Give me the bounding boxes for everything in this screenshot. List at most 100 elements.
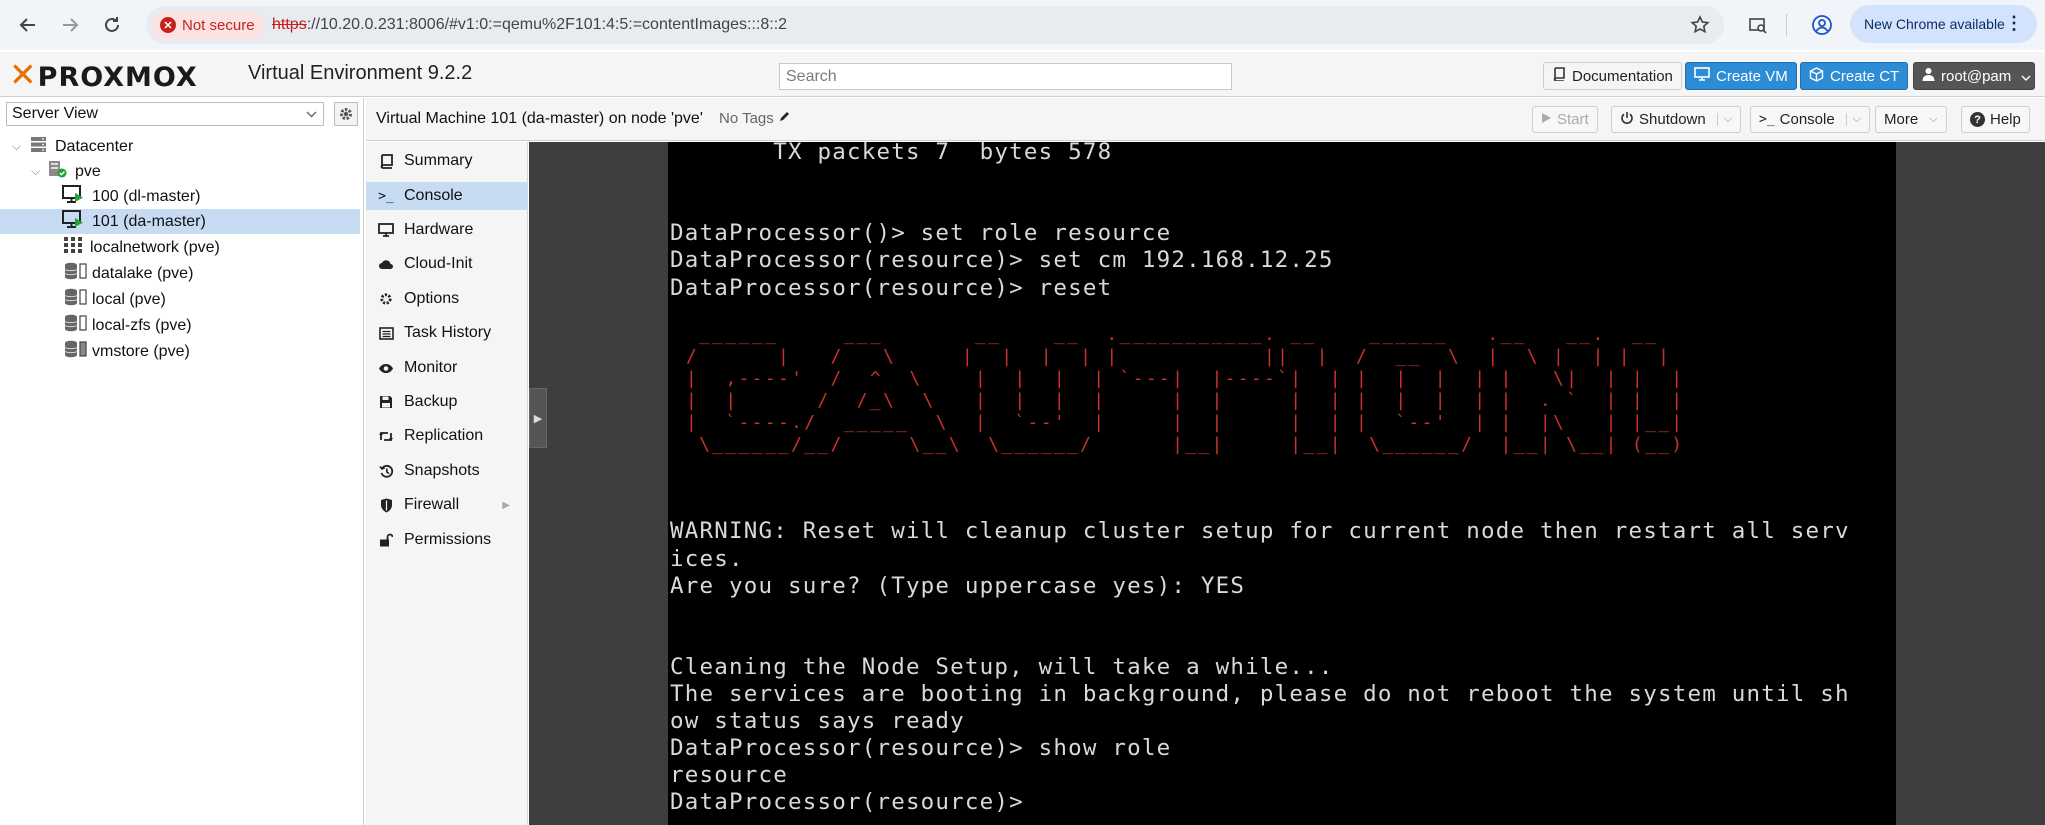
vm-menu: Summary >_ Console Hardware Cloud-Init O… — [366, 142, 528, 825]
menu-item-permissions[interactable]: Permissions — [366, 526, 528, 554]
tree-item-label: localnetwork (pve) — [90, 238, 220, 256]
submenu-arrow-icon: ▶ — [502, 499, 510, 511]
terminal-line: DataProcessor(resource)> reset — [670, 274, 1113, 301]
vm-running-icon — [62, 185, 84, 208]
tree-item-datacenter[interactable]: ⌵ Datacenter — [0, 134, 360, 159]
tab-search-icon[interactable] — [1742, 9, 1774, 41]
menu-item-label: Console — [404, 187, 463, 204]
terminal-line: ices. — [670, 545, 744, 572]
collapse-arrow-icon[interactable]: ⌵ — [31, 164, 45, 179]
create-ct-button[interactable]: Create CT — [1800, 62, 1909, 90]
resource-tree-panel: Server View ⌵ Datacenter ⌵ pve 100 (dl-m… — [0, 98, 364, 825]
tree-item-label: local (pve) — [92, 290, 166, 308]
pencil-icon — [778, 110, 791, 127]
tags-editor[interactable]: No Tags — [719, 110, 791, 127]
menu-item-firewall[interactable]: Firewall ▶ — [366, 491, 528, 519]
create-vm-button[interactable]: Create VM — [1685, 62, 1797, 90]
star-icon[interactable] — [1684, 9, 1716, 41]
terminal-line: ow status says ready — [670, 708, 965, 735]
floppy-icon — [378, 395, 394, 409]
address-bar[interactable]: ✕ Not secure https://10.20.0.231:8006/#v… — [146, 6, 1724, 44]
tree-item-local[interactable]: local (pve) — [0, 287, 360, 312]
tree-item-label: pve — [75, 162, 101, 180]
tree-item-label: local-zfs (pve) — [92, 316, 192, 334]
shutdown-button[interactable]: Shutdown ⌵ — [1611, 106, 1742, 133]
more-button[interactable]: More ⌵ — [1875, 106, 1947, 133]
help-label: Help — [1990, 111, 2021, 128]
tree-item-label: 101 (da-master) — [92, 212, 206, 230]
page-title: Virtual Machine 101 (da-master) on node … — [376, 110, 703, 127]
power-icon — [1620, 111, 1634, 129]
start-label: Start — [1557, 111, 1589, 128]
new-chrome-button[interactable]: New Chrome available ⋮ — [1850, 5, 2037, 43]
chevron-down-icon[interactable]: ⌵ — [1845, 113, 1861, 126]
history-icon — [378, 464, 394, 479]
url-text[interactable]: https://10.20.0.231:8006/#v1:0:=qemu%2F1… — [272, 16, 787, 34]
reload-icon[interactable] — [96, 9, 128, 41]
chevron-down-icon — [306, 105, 317, 123]
terminal-icon: >_ — [1759, 112, 1775, 127]
documentation-label: Documentation — [1572, 67, 1673, 85]
menu-item-label: Summary — [404, 152, 473, 169]
storage-icon — [64, 314, 88, 337]
forward-icon[interactable] — [54, 9, 86, 41]
profile-icon[interactable] — [1806, 9, 1838, 41]
tree-item-vmstore[interactable]: vmstore (pve) — [0, 339, 360, 364]
novnc-sidebar-toggle[interactable]: ▶ — [529, 388, 547, 448]
user-icon — [1922, 67, 1935, 85]
menu-item-backup[interactable]: Backup — [366, 388, 528, 416]
menu-item-console[interactable]: >_ Console — [366, 182, 528, 210]
cube-icon — [1809, 66, 1824, 86]
logo-x-icon: ✕ — [9, 54, 38, 94]
tree-item-label: 100 (dl-master) — [92, 187, 201, 205]
search-input[interactable]: Search — [779, 63, 1232, 90]
url-scheme: https — [272, 16, 307, 33]
tree-item-vm-101[interactable]: 101 (da-master) — [0, 209, 360, 234]
start-button[interactable]: Start — [1532, 106, 1598, 133]
menu-item-monitor[interactable]: Monitor — [366, 354, 528, 382]
list-icon — [378, 326, 394, 340]
menu-item-snapshots[interactable]: Snapshots — [366, 457, 528, 485]
menu-item-label: Permissions — [404, 531, 492, 548]
vm-console-screen[interactable]: TX packets 7 bytes 578 DataProcessor()> s… — [668, 142, 1896, 825]
menu-item-hardware[interactable]: Hardware — [366, 216, 528, 244]
tree-item-pve[interactable]: ⌵ pve — [0, 159, 360, 184]
help-button[interactable]: ? Help — [1961, 106, 2030, 133]
collapse-arrow-icon[interactable]: ⌵ — [12, 139, 26, 154]
proxmox-logo[interactable]: ✕PROXMOX — [9, 54, 198, 94]
menu-item-task-history[interactable]: Task History — [366, 319, 528, 347]
product-version: Virtual Environment 9.2.2 — [248, 62, 473, 84]
menu-item-replication[interactable]: Replication — [366, 422, 528, 450]
menu-item-label: Firewall — [404, 496, 460, 513]
retweet-icon — [378, 430, 394, 443]
menu-item-label: Cloud-Init — [404, 255, 473, 272]
terminal-line: Cleaning the Node Setup, will take a whi… — [670, 653, 1334, 680]
gear-icon[interactable] — [334, 102, 358, 126]
shutdown-label: Shutdown — [1639, 111, 1706, 128]
storage-icon — [64, 262, 88, 285]
menu-item-label: Options — [404, 290, 460, 307]
view-select[interactable]: Server View — [6, 102, 324, 126]
tags-label: No Tags — [719, 110, 774, 127]
menu-item-cloud-init[interactable]: Cloud-Init — [366, 250, 528, 278]
user-menu-button[interactable]: root@pam — [1913, 62, 2035, 90]
monitor-icon — [378, 223, 394, 237]
create-ct-label: Create CT — [1830, 67, 1900, 85]
warning-icon: ✕ — [160, 17, 176, 33]
tree-item-local-zfs[interactable]: local-zfs (pve) — [0, 313, 360, 338]
tree-item-localnetwork[interactable]: localnetwork (pve) — [0, 235, 360, 260]
chevron-down-icon — [2021, 68, 2031, 85]
tree-item-datalake[interactable]: datalake (pve) — [0, 261, 360, 286]
menu-item-summary[interactable]: Summary — [366, 147, 528, 175]
menu-item-options[interactable]: Options — [366, 285, 528, 313]
caution-ascii-banner: ______ ___ __ __ .___________. __ ______… — [686, 324, 1685, 455]
back-icon[interactable] — [12, 9, 44, 41]
terminal-line: DataProcessor()> set role resource — [670, 220, 1172, 247]
security-chip[interactable]: ✕ Not secure — [152, 11, 265, 39]
documentation-button[interactable]: Documentation — [1543, 62, 1682, 90]
terminal-line: DataProcessor(resource)> show role — [670, 735, 1172, 762]
toolbar-divider — [1786, 14, 1787, 36]
chevron-down-icon[interactable]: ⌵ — [1716, 113, 1732, 126]
console-button[interactable]: >_ Console ⌵ — [1750, 106, 1871, 133]
tree-item-vm-100[interactable]: 100 (dl-master) — [0, 184, 360, 209]
